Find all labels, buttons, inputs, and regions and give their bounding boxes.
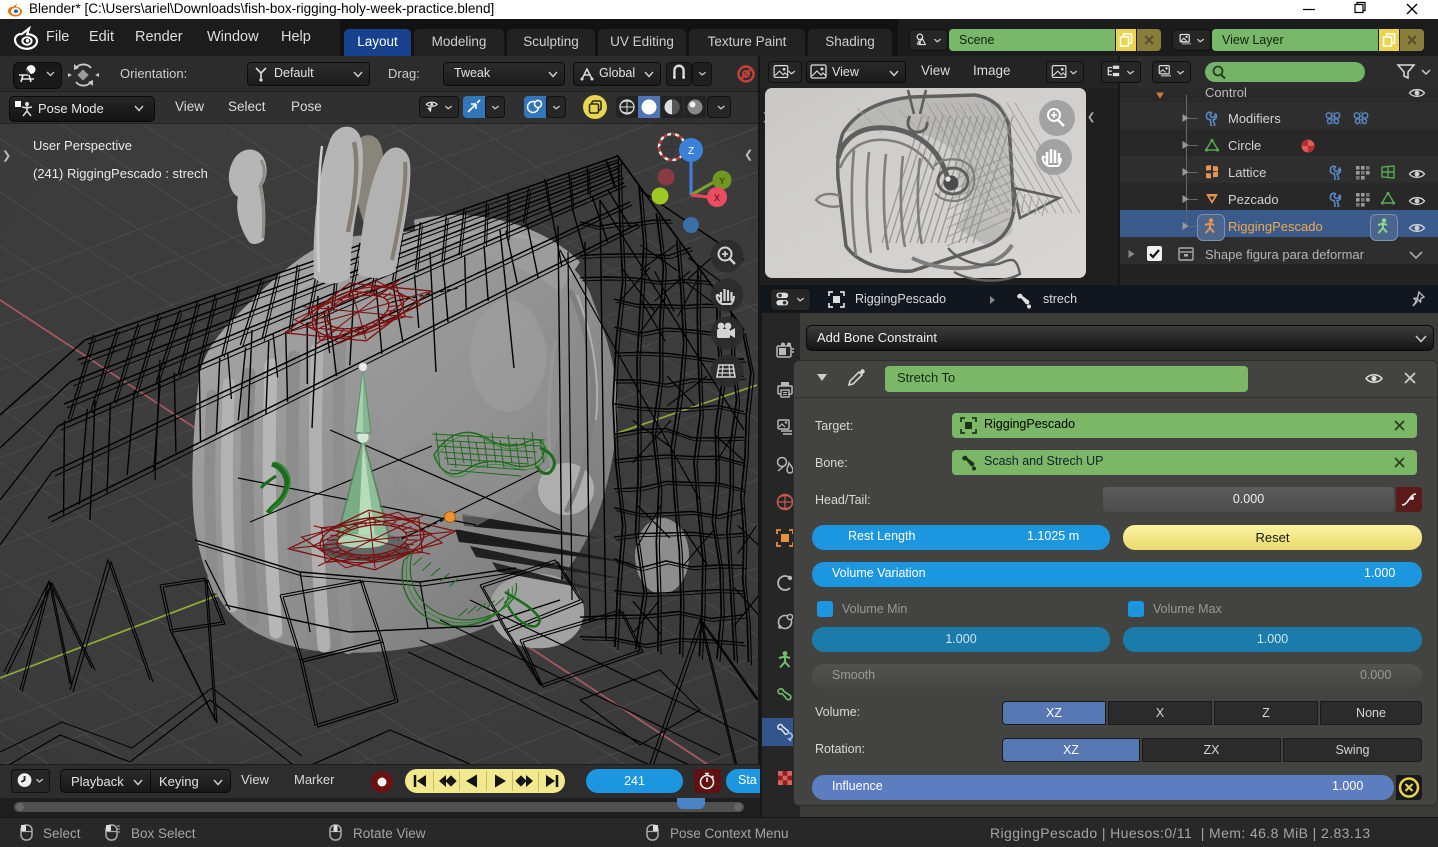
svg-text:X: X <box>714 193 720 203</box>
svg-text:❮: ❮ <box>744 149 753 161</box>
svg-text:Z: Z <box>688 146 694 157</box>
svg-text:(241) RiggingPescado : strech: (241) RiggingPescado : strech <box>33 166 208 181</box>
svg-text:Y: Y <box>719 176 725 186</box>
svg-text:User Perspective: User Perspective <box>33 138 132 153</box>
svg-text:❯: ❯ <box>2 150 11 162</box>
